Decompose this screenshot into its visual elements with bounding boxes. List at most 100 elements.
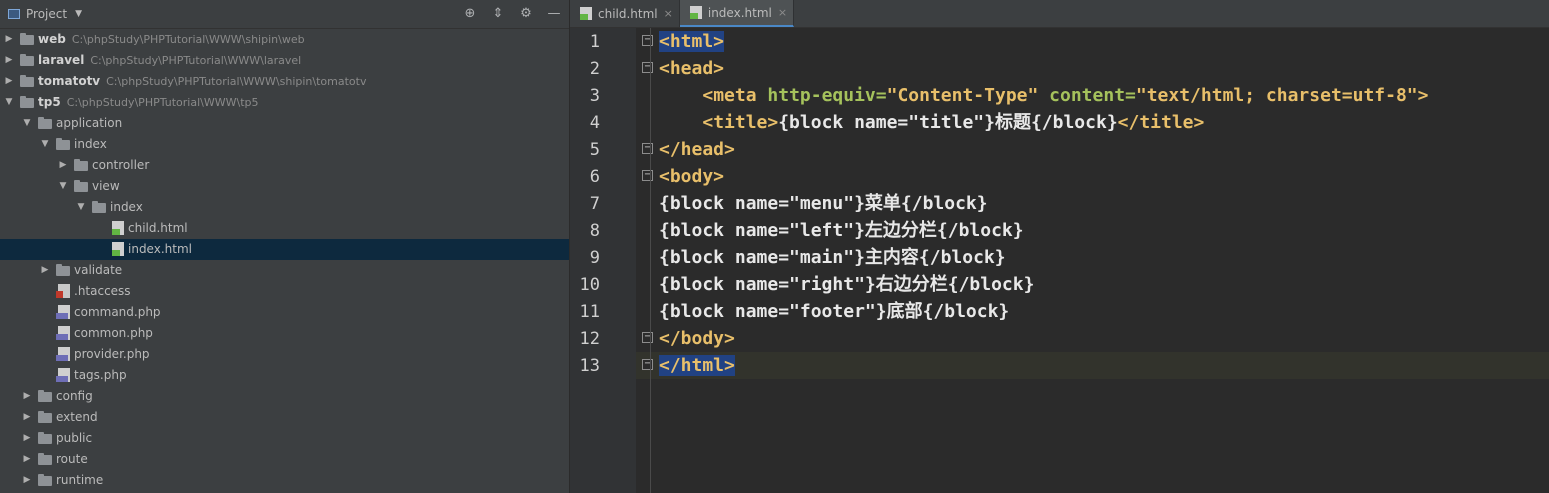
tree-row[interactable]: .htaccess — [0, 281, 569, 302]
tree-row[interactable]: child.html — [0, 218, 569, 239]
tree-row-path: C:\phpStudy\PHPTutorial\WWW\shipin\web — [71, 33, 305, 46]
collapsed-arrow-icon[interactable]: ▶ — [4, 50, 14, 71]
project-title[interactable]: Project — [26, 7, 67, 21]
tree-row-path: C:\phpStudy\PHPTutorial\WWW\laravel — [90, 54, 302, 67]
editor-tab[interactable]: child.html × — [570, 0, 680, 27]
tree-row[interactable]: ▶ config — [0, 386, 569, 407]
php-file-icon — [56, 347, 70, 361]
line-number: 6 — [589, 167, 600, 187]
tree-row-label: validate — [74, 263, 123, 277]
tree-row-label: tp5 C:\phpStudy\PHPTutorial\WWW\tp5 — [38, 95, 259, 109]
code-token: {block name="title"}标题{/block} — [778, 112, 1118, 133]
expanded-arrow-icon[interactable]: ▼ — [40, 134, 50, 155]
collapsed-arrow-icon[interactable]: ▶ — [4, 29, 14, 50]
project-toolbar: ⊕ ⇕ ⚙ — — [463, 6, 561, 21]
chevron-down-icon[interactable]: ▼ — [75, 9, 82, 19]
collapsed-arrow-icon[interactable]: ▶ — [4, 71, 14, 92]
collapsed-arrow-icon[interactable]: ▶ — [40, 260, 50, 281]
folder-icon — [20, 54, 34, 66]
tree-row-label: web C:\phpStudy\PHPTutorial\WWW\shipin\we… — [38, 32, 305, 46]
ht-file-icon — [56, 284, 70, 298]
tree-row[interactable]: index.html — [0, 239, 569, 260]
tree-row[interactable]: common.php — [0, 323, 569, 344]
tree-row[interactable]: ▼ view — [0, 176, 569, 197]
tree-row[interactable]: ▶ tomatotv C:\phpStudy\PHPTutorial\WWW\shi… — [0, 71, 569, 92]
code-line[interactable]: − <body> — [636, 163, 1549, 190]
code-line[interactable]: − <head> — [636, 55, 1549, 82]
line-number: 4 — [589, 113, 600, 133]
code-line[interactable]: <meta http-equiv="Content-Type" content=… — [636, 82, 1549, 109]
folder-icon — [38, 432, 52, 444]
close-icon[interactable]: × — [778, 6, 787, 19]
code-text: {block name="footer"}底部{/block} — [659, 298, 1009, 325]
tree-row[interactable]: ▶ validate — [0, 260, 569, 281]
php-file-icon — [56, 305, 70, 319]
folder-icon — [38, 411, 52, 423]
fold-marker-icon[interactable]: − — [642, 170, 653, 181]
fold-marker-icon[interactable]: − — [642, 62, 653, 73]
tree-row[interactable]: ▼ index — [0, 197, 569, 218]
expanded-arrow-icon[interactable]: ▼ — [58, 176, 68, 197]
project-tree: ▶ web C:\phpStudy\PHPTutorial\WWW\shipin\w… — [0, 29, 569, 491]
folder-icon — [20, 33, 34, 45]
tree-row[interactable]: ▶ runtime — [0, 470, 569, 491]
expanded-arrow-icon[interactable]: ▼ — [22, 113, 32, 134]
tree-row-label: view — [92, 179, 120, 193]
tree-row[interactable]: ▼ application — [0, 113, 569, 134]
code-line[interactable]: − </html> — [636, 352, 1549, 379]
code-line[interactable]: {block name="left"}左边分栏{/block} — [636, 217, 1549, 244]
tree-row[interactable]: tags.php — [0, 365, 569, 386]
editor-tab[interactable]: index.html × — [679, 0, 795, 27]
collapsed-arrow-icon[interactable]: ▶ — [22, 449, 32, 470]
tree-row[interactable]: ▶ web C:\phpStudy\PHPTutorial\WWW\shipin\w… — [0, 29, 569, 50]
tree-row[interactable]: ▶ controller — [0, 155, 569, 176]
code-line[interactable]: − </head> — [636, 136, 1549, 163]
collapse-all-icon[interactable]: ⇕ — [491, 6, 505, 21]
line-number: 8 — [589, 221, 600, 241]
tree-row[interactable]: ▼ index — [0, 134, 569, 155]
fold-marker-icon[interactable]: − — [642, 35, 653, 46]
code-line[interactable]: <title>{block name="title"}标题{/block}</t… — [636, 109, 1549, 136]
fold-marker-icon[interactable]: − — [642, 332, 653, 343]
collapsed-arrow-icon[interactable]: ▶ — [58, 155, 68, 176]
tree-row[interactable]: ▼ tp5 C:\phpStudy\PHPTutorial\WWW\tp5 — [0, 92, 569, 113]
folder-icon — [38, 474, 52, 486]
code-text: {block name="right"}右边分栏{/block} — [659, 271, 1034, 298]
tree-row[interactable]: ▶ laravel C:\phpStudy\PHPTutorial\WWW\lara… — [0, 50, 569, 71]
folder-icon — [20, 96, 34, 108]
code-line[interactable]: {block name="right"}右边分栏{/block} — [636, 271, 1549, 298]
line-number: 5 — [589, 140, 600, 160]
collapsed-arrow-icon[interactable]: ▶ — [22, 470, 32, 491]
locate-icon[interactable]: ⊕ — [463, 6, 477, 21]
code-line[interactable]: {block name="menu"}菜单{/block} — [636, 190, 1549, 217]
folder-icon — [38, 453, 52, 465]
close-icon[interactable]: × — [664, 7, 673, 20]
expanded-arrow-icon[interactable]: ▼ — [76, 197, 86, 218]
code-line[interactable]: {block name="footer"}底部{/block} — [636, 298, 1549, 325]
tree-row[interactable]: ▶ extend — [0, 407, 569, 428]
collapsed-arrow-icon[interactable]: ▶ — [22, 386, 32, 407]
expanded-arrow-icon[interactable]: ▼ — [4, 92, 14, 113]
code-line[interactable]: − <html> — [636, 28, 1549, 55]
code-line[interactable]: {block name="main"}主内容{/block} — [636, 244, 1549, 271]
fold-marker-icon[interactable]: − — [642, 143, 653, 154]
minimize-icon[interactable]: — — [547, 6, 561, 21]
code-token: <html> — [659, 31, 725, 52]
code-line[interactable]: − </body> — [636, 325, 1549, 352]
code-text: {block name="main"}主内容{/block} — [659, 244, 1006, 271]
line-number: 9 — [589, 248, 600, 268]
php-file-icon — [56, 326, 70, 340]
collapsed-arrow-icon[interactable]: ▶ — [22, 407, 32, 428]
tree-row[interactable]: command.php — [0, 302, 569, 323]
collapsed-arrow-icon[interactable]: ▶ — [22, 428, 32, 449]
line-number-gutter: 1 2 3 4 5 6 7 8 9 10 11 12 13 — [570, 28, 636, 493]
tree-row[interactable]: ▶ route — [0, 449, 569, 470]
tree-row[interactable]: ▶ public — [0, 428, 569, 449]
tree-row-label: tags.php — [74, 368, 127, 382]
gear-icon[interactable]: ⚙ — [519, 6, 533, 21]
fold-marker-icon[interactable]: − — [642, 359, 653, 370]
tree-row-label: public — [56, 431, 93, 445]
code-area[interactable]: − <html> − <head> <meta http-equiv="Content… — [636, 28, 1549, 493]
tree-row[interactable]: provider.php — [0, 344, 569, 365]
